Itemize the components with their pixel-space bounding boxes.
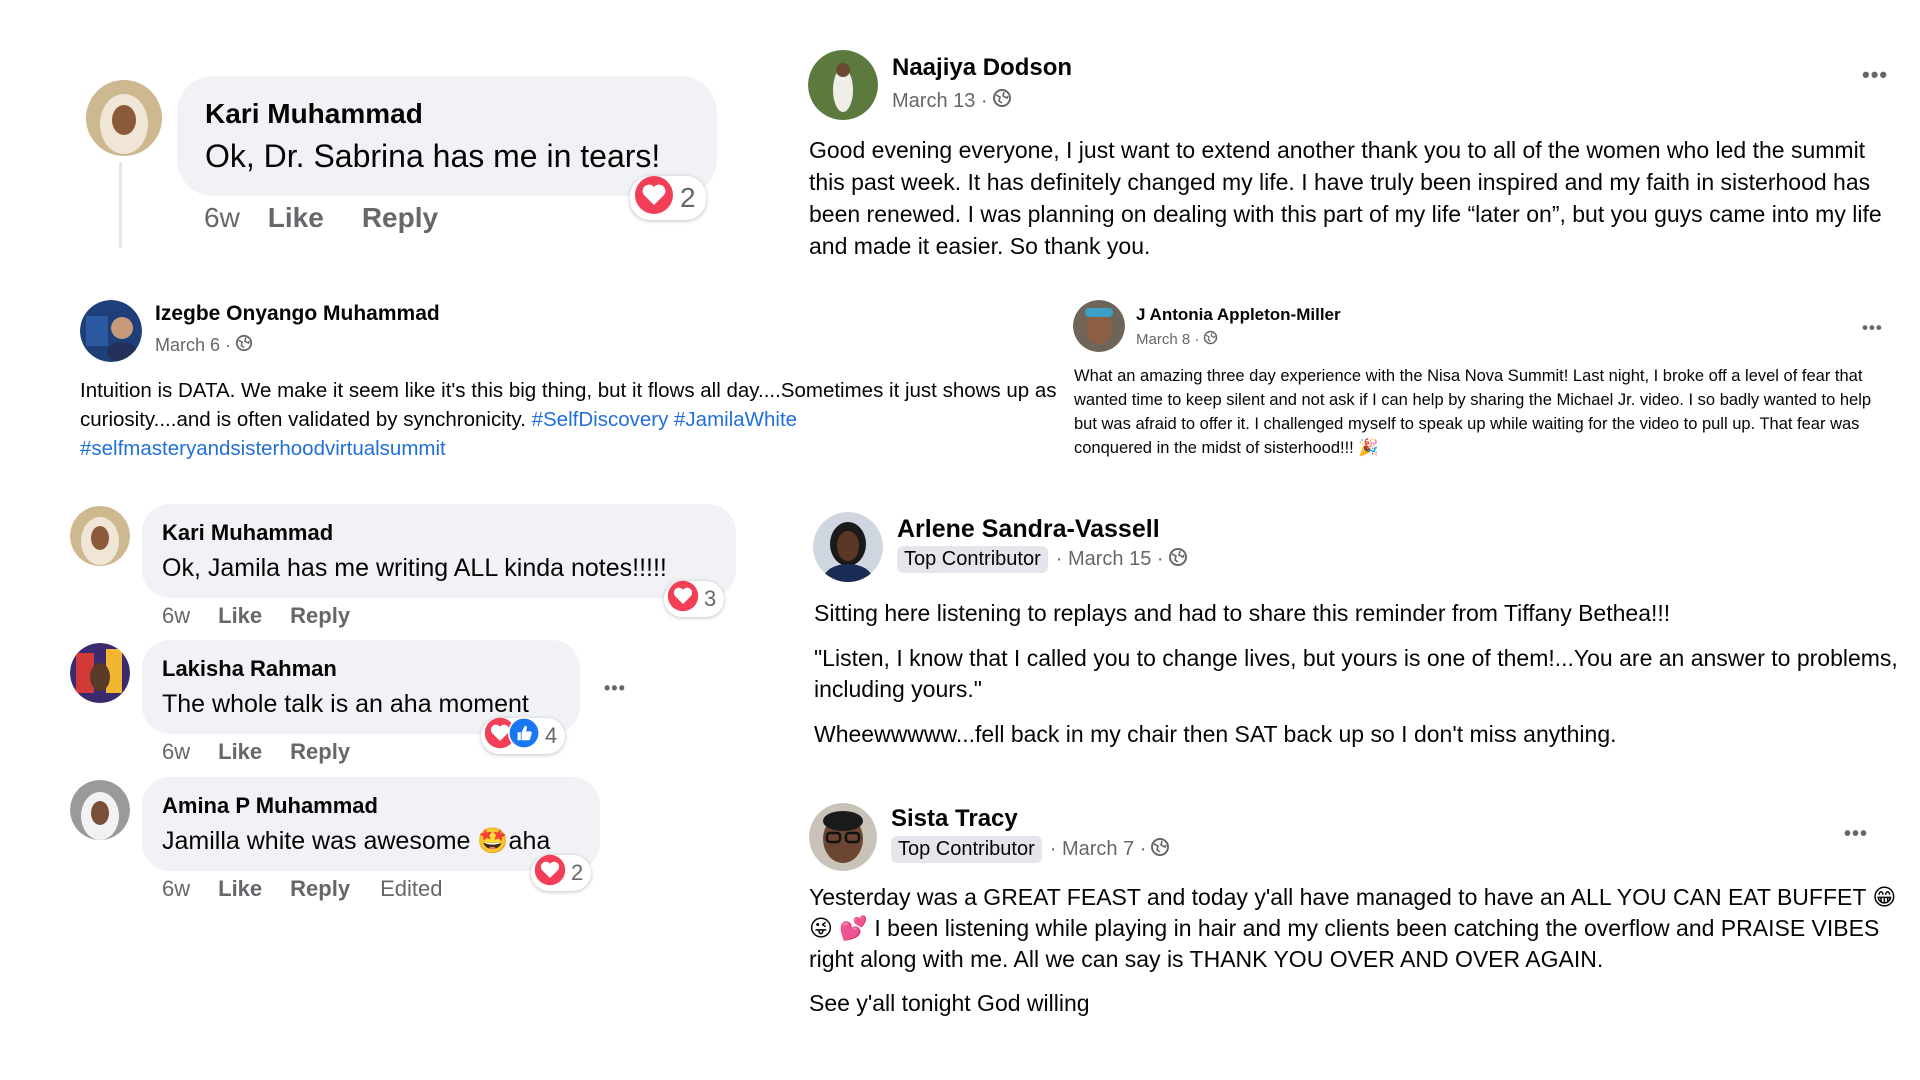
hashtag-link[interactable]: #JamilaWhite xyxy=(674,408,797,431)
comment-text: Jamilla white was awesome 🤩aha xyxy=(162,827,550,856)
reaction-summary[interactable]: 3 xyxy=(664,580,725,618)
reaction-summary[interactable]: 2 xyxy=(630,175,706,222)
post-paragraph: Yesterday was a GREAT FEAST and today y'… xyxy=(809,884,1897,972)
comment-author[interactable]: Lakisha Rahman xyxy=(162,656,337,682)
avatar[interactable] xyxy=(70,643,130,703)
comment-text: Ok, Jamila has me writing ALL kinda note… xyxy=(162,554,667,582)
avatar[interactable] xyxy=(86,80,162,156)
post-paragraph: See y'all tonight God willing xyxy=(809,990,1090,1016)
post-meta: Top Contributor · March 15 · xyxy=(897,546,1188,573)
comment-time[interactable]: 6w xyxy=(204,202,240,234)
reaction-count: 2 xyxy=(680,182,696,213)
globe-icon xyxy=(1203,330,1218,349)
post-paragraph: Wheewwwww...fell back in my chair then S… xyxy=(814,721,1617,747)
post-author[interactable]: Sista Tracy xyxy=(891,805,1018,833)
avatar[interactable] xyxy=(70,780,130,840)
like-button[interactable]: Like xyxy=(218,876,262,902)
like-button[interactable]: Like xyxy=(218,603,262,629)
comment-author[interactable]: Kari Muhammad xyxy=(205,98,423,130)
more-icon[interactable]: ••• xyxy=(1862,318,1883,338)
post-date[interactable]: March 13 · xyxy=(892,90,988,113)
comment-actions: 6w Like Reply xyxy=(162,739,350,765)
globe-icon xyxy=(1150,837,1170,863)
comment-text-part: Jamilla white was awesome xyxy=(162,827,478,855)
hashtag-link[interactable]: #SelfDiscovery xyxy=(532,408,669,431)
post-meta: March 6 · xyxy=(155,334,253,357)
reply-button[interactable]: Reply xyxy=(290,876,350,902)
globe-icon xyxy=(235,334,253,357)
globe-icon xyxy=(1168,547,1188,573)
avatar[interactable] xyxy=(808,50,878,120)
edited-label: Edited xyxy=(380,876,443,901)
post-paragraph: Sitting here listening to replays and ha… xyxy=(814,600,1671,626)
top-contributor-badge[interactable]: Top Contributor xyxy=(897,546,1048,573)
like-button[interactable]: Like xyxy=(218,739,262,765)
comment-author[interactable]: Amina P Muhammad xyxy=(162,793,378,819)
post-author[interactable]: Izegbe Onyango Muhammad xyxy=(155,302,440,326)
post-date[interactable]: March 6 · xyxy=(155,335,231,356)
reply-button[interactable]: Reply xyxy=(290,739,350,765)
hashtag-link[interactable]: #selfmasteryandsisterhoodvirtualsummit xyxy=(80,437,446,460)
comment-actions: 6w Like Reply xyxy=(162,603,350,629)
reaction-summary[interactable]: 4 xyxy=(481,717,566,755)
more-icon[interactable]: ••• xyxy=(1862,62,1888,88)
like-button[interactable]: Like xyxy=(268,202,324,234)
comment-bubble: Amina P Muhammad Jamilla white was aweso… xyxy=(142,777,600,871)
reaction-count: 3 xyxy=(704,586,717,611)
reaction-count: 4 xyxy=(545,723,558,748)
comment-time[interactable]: 6w xyxy=(162,876,190,902)
post-date[interactable]: · March 15 · xyxy=(1056,548,1164,571)
avatar[interactable] xyxy=(1073,300,1125,352)
love-reaction-icon xyxy=(534,854,566,892)
comment-text: The whole talk is an aha moment xyxy=(162,690,529,718)
comment-author[interactable]: Kari Muhammad xyxy=(162,520,333,546)
post-author[interactable]: J Antonia Appleton-Miller xyxy=(1136,305,1341,325)
post-date[interactable]: · March 7 · xyxy=(1050,838,1147,861)
reaction-summary[interactable]: 2 xyxy=(531,854,592,892)
star-struck-emoji-icon: 🤩 xyxy=(477,827,509,855)
reaction-count: 2 xyxy=(571,860,584,885)
avatar[interactable] xyxy=(80,300,142,362)
comment-text: Ok, Dr. Sabrina has me in tears! xyxy=(205,138,661,174)
reply-button[interactable]: Reply xyxy=(290,603,350,629)
reply-button[interactable]: Reply xyxy=(362,202,438,234)
comment-actions: 6w Like Reply xyxy=(204,202,438,234)
post-date[interactable]: March 8 · xyxy=(1136,331,1199,348)
love-reaction-icon xyxy=(634,175,674,222)
avatar[interactable] xyxy=(809,803,877,871)
post-paragraph: "Listen, I know that I called you to cha… xyxy=(814,645,1898,702)
thread-line xyxy=(119,162,122,248)
avatar[interactable] xyxy=(813,512,883,582)
comment-time[interactable]: 6w xyxy=(162,603,190,629)
comment-actions: 6w Like Reply Edited xyxy=(162,876,442,902)
avatar[interactable] xyxy=(70,506,130,566)
post-author[interactable]: Naajiya Dodson xyxy=(892,54,1072,82)
love-reaction-icon xyxy=(667,580,699,618)
post-meta: March 8 · xyxy=(1136,330,1218,349)
post-author[interactable]: Arlene Sandra-Vassell xyxy=(897,515,1160,544)
top-contributor-badge[interactable]: Top Contributor xyxy=(891,836,1042,863)
comment-text-part: aha xyxy=(508,827,551,855)
post-text: What an amazing three day experience wit… xyxy=(1074,367,1872,457)
post-meta: March 13 · xyxy=(892,88,1012,114)
globe-icon xyxy=(992,88,1012,114)
comment-bubble: Kari Muhammad Ok, Jamila has me writing … xyxy=(142,504,736,598)
post-text: Good evening everyone, I just want to ex… xyxy=(809,137,1882,259)
like-reaction-icon xyxy=(508,717,540,755)
post-meta: Top Contributor · March 7 · xyxy=(891,836,1170,863)
comment-time[interactable]: 6w xyxy=(162,739,190,765)
more-icon[interactable]: ••• xyxy=(1844,823,1868,846)
post-text: Intuition is DATA. We make it seem like … xyxy=(80,376,1060,463)
more-icon[interactable]: ••• xyxy=(604,678,626,699)
